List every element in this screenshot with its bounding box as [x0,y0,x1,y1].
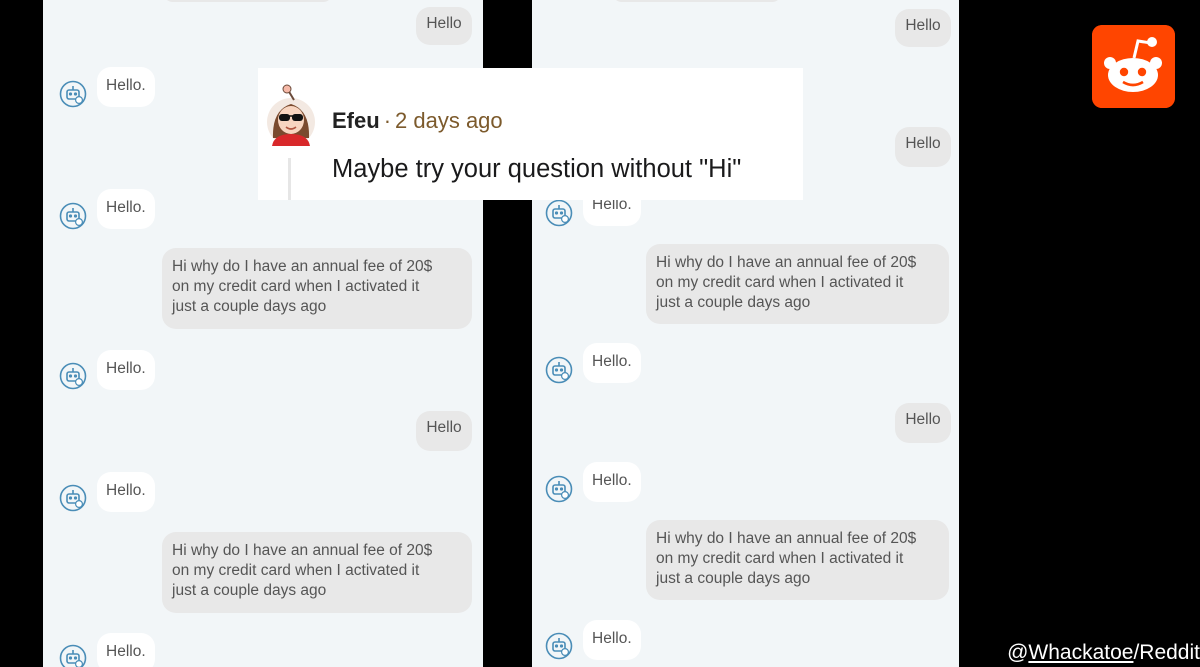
photo-credit: @Whackatoe/Reddit [1007,641,1200,665]
bot-message: Hello. [97,350,155,390]
bot-message: Hello. [97,67,155,107]
bot-avatar-icon [59,80,87,108]
bot-avatar-icon [545,475,573,503]
bot-message: Hello. [583,462,641,502]
credit-suffix: /Reddit [1133,641,1200,664]
credit-prefix: @ [1007,641,1029,664]
user-message: Hello [416,7,472,45]
bot-avatar-icon [59,644,87,667]
bot-message: Hello. [97,189,155,229]
comment-author[interactable]: Efeu [332,108,380,133]
user-message: Hi why do I have an annual fee of 20$ on… [162,532,472,613]
previous-message-edge [612,0,782,2]
user-message: Hello [895,127,951,167]
user-message: Hello [895,403,951,443]
reddit-logo-icon [1092,25,1175,108]
bot-avatar-icon [545,632,573,660]
previous-message-edge [163,0,333,2]
credit-handle-link[interactable]: Whackatoe [1028,641,1133,664]
bot-message: Hello. [583,620,641,660]
comment-meta: Efeu · 2 days ago [332,108,503,134]
user-avatar-icon[interactable] [264,80,322,146]
bot-message: Hello. [583,343,641,383]
bot-avatar-icon [545,199,573,227]
bot-avatar-icon [59,202,87,230]
user-message: Hi why do I have an annual fee of 20$ on… [646,244,949,324]
comment-timestamp: 2 days ago [395,108,503,133]
user-message: Hello [416,411,472,451]
bot-avatar-icon [59,484,87,512]
meta-separator: · [383,108,392,133]
thread-line [288,158,291,200]
reddit-comment[interactable]: Efeu · 2 days ago Maybe try your question … [258,68,803,200]
bot-message: Hello. [97,472,155,512]
bot-avatar-icon [545,356,573,384]
bot-avatar-icon [59,362,87,390]
comment-body: Maybe try your question without "Hi" [332,155,742,183]
user-message: Hi why do I have an annual fee of 20$ on… [646,520,949,600]
user-message: Hi why do I have an annual fee of 20$ on… [162,248,472,329]
bot-message: Hello. [97,633,155,667]
user-message: Hello [895,9,951,47]
